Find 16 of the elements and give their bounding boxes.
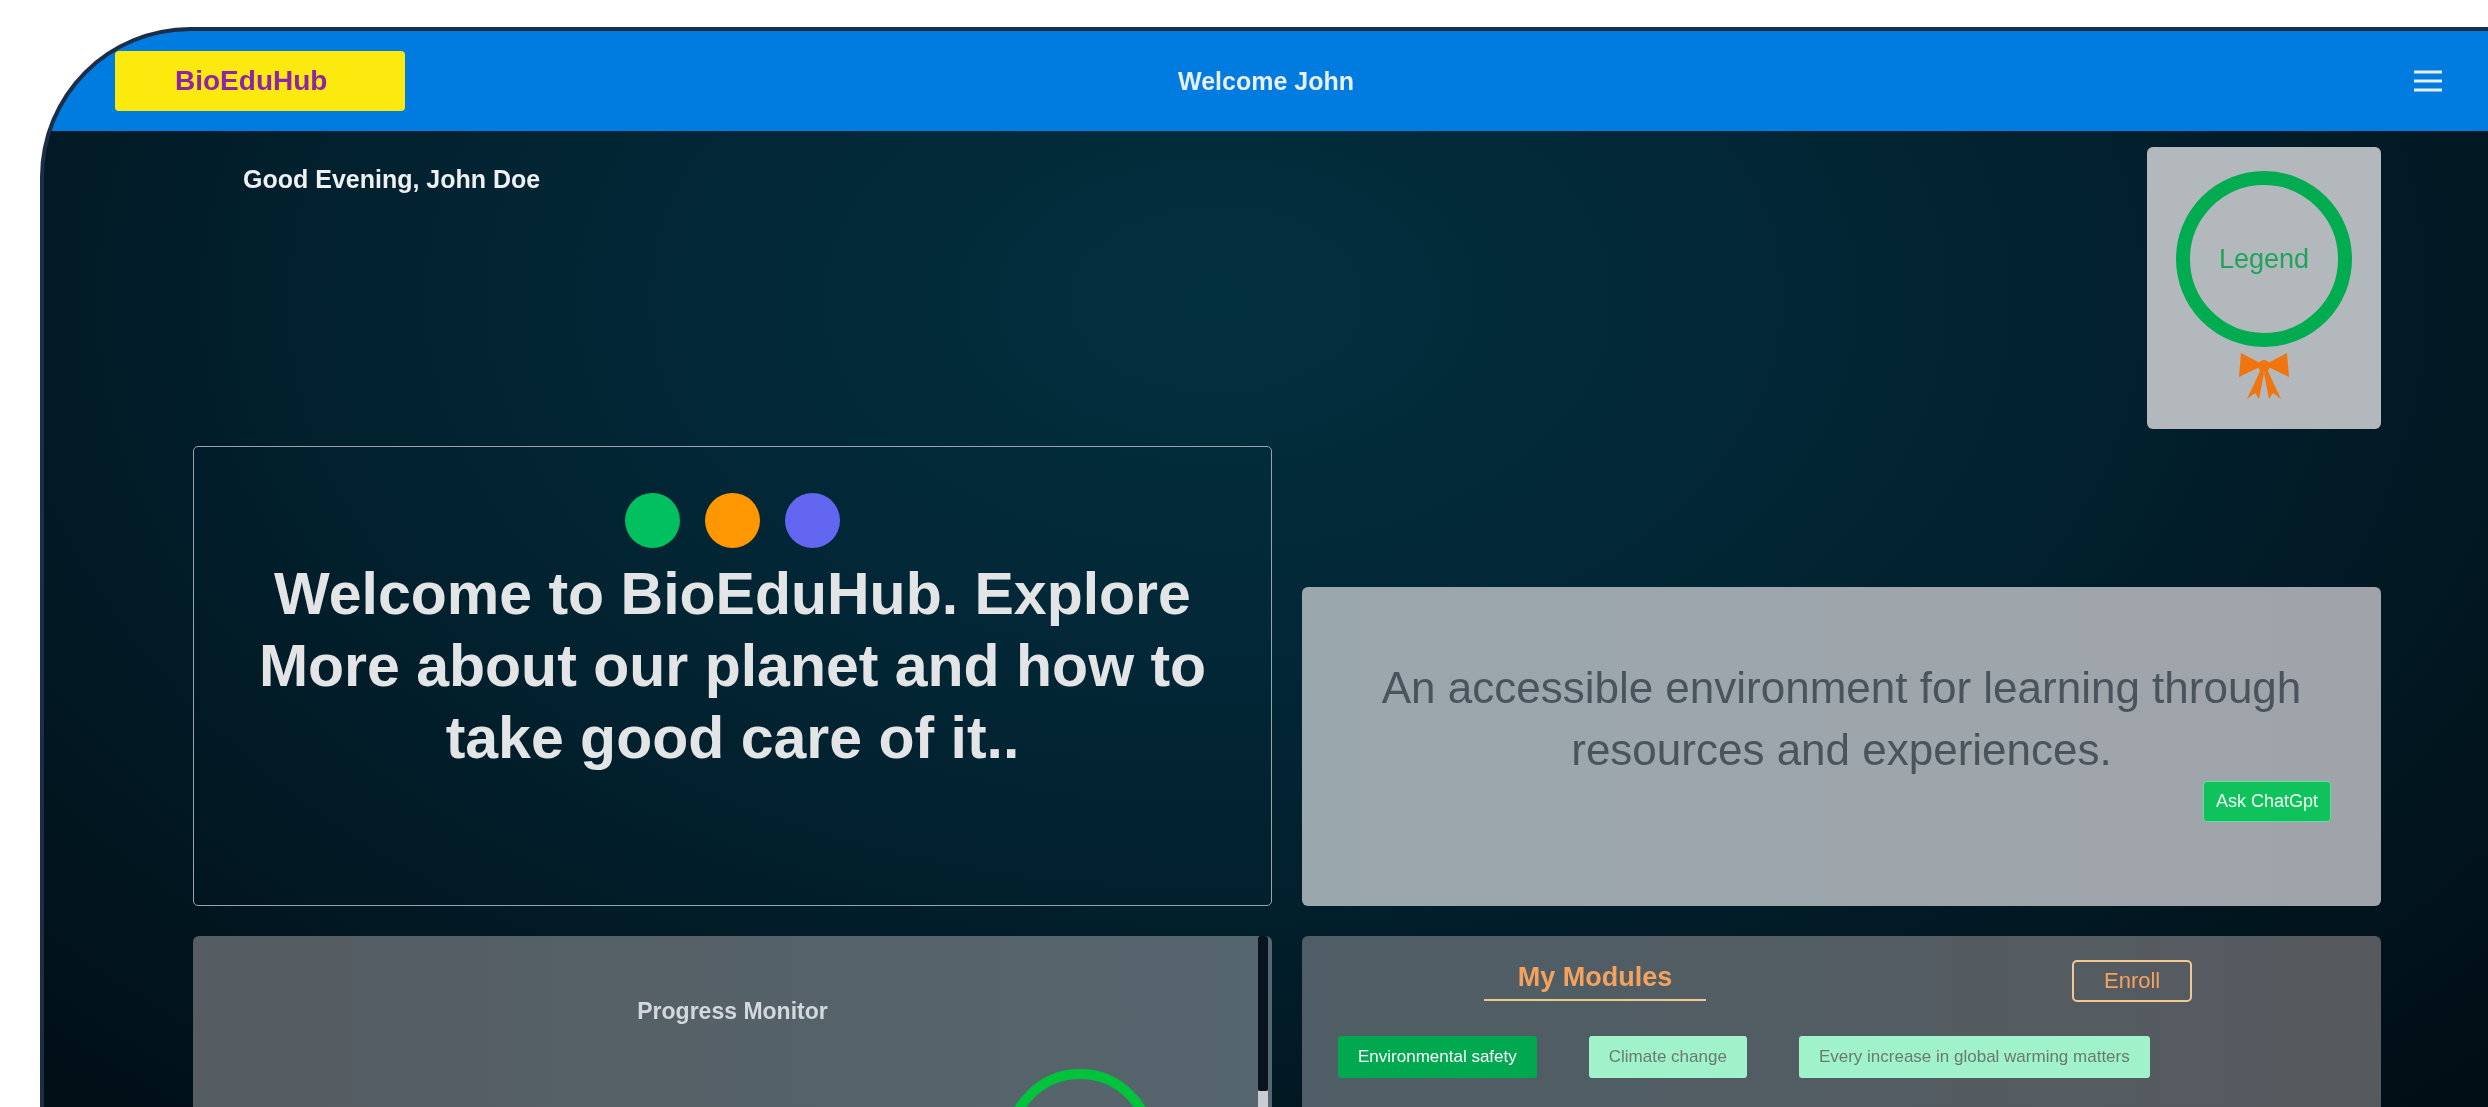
- legend-badge: Legend: [2176, 171, 2352, 347]
- module-tag[interactable]: Environmental safety: [1338, 1036, 1537, 1078]
- modules-heading: My Modules: [1484, 961, 1706, 1001]
- tagline: An accessible environment for learning through resources and experiences.: [1380, 662, 2303, 776]
- logo-button[interactable]: BioEduHub: [115, 51, 405, 111]
- welcome-title: Welcome John: [1178, 66, 1354, 96]
- scrollbar-thumb[interactable]: [1258, 936, 1268, 1091]
- greeting-text: Good Evening, John Doe: [242, 164, 541, 194]
- welcome-heading: Welcome to BioEduHub. Explore More about our planet and how to take good care of it..: [257, 560, 1208, 773]
- ask-button[interactable]: Ask ChatGpt: [2202, 781, 2331, 822]
- module-tag[interactable]: Every increase in global warming matters: [1798, 1036, 2150, 1078]
- module-tag[interactable]: Climate change: [1588, 1036, 1747, 1078]
- menu-icon: [2412, 69, 2444, 93]
- card-title: Progress Monitor: [636, 998, 829, 1025]
- bow-icon: [2239, 353, 2289, 399]
- enroll-button[interactable]: Enroll: [2072, 960, 2193, 1002]
